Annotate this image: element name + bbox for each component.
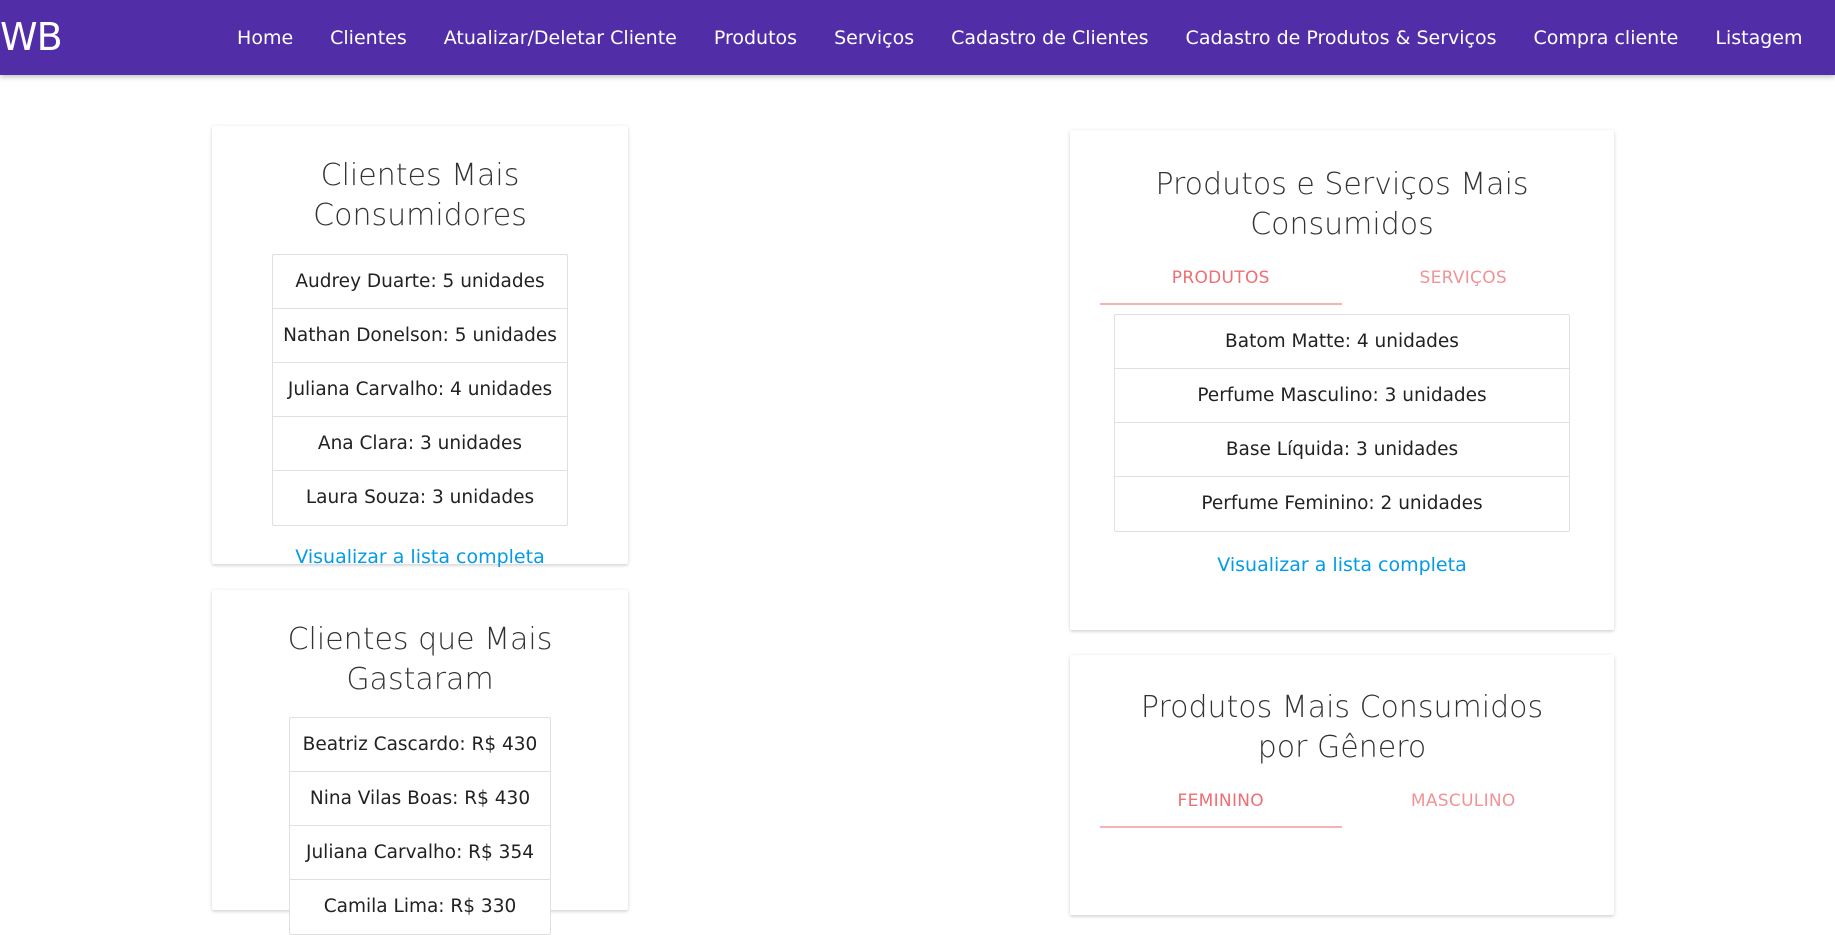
list-item: Laura Souza: 3 unidades <box>305 487 535 508</box>
tab-servicos: SERVIÇOS <box>1342 253 1585 303</box>
top-spenders-list: Beatriz Cascardo: R$ 430 Nina Vilas Boas… <box>289 717 551 935</box>
tab-indicator <box>1099 826 1342 828</box>
top-clients-list: Audrey Duarte: 5 unidades Nathan Donelso… <box>272 254 568 526</box>
nav-item-servicos: Serviços <box>816 27 933 49</box>
list-item: Ana Clara: 3 unidades <box>273 417 567 471</box>
top-clients-title: Clientes Mais Consumidores <box>313 158 527 233</box>
nav-link-atualizar-deletar-cliente[interactable]: Atualizar/Deletar Cliente <box>425 27 695 49</box>
nav-link-home[interactable]: Home <box>219 27 312 49</box>
tab-produtos-link[interactable]: PRODUTOS <box>1100 253 1343 303</box>
tab-produtos: PRODUTOS <box>1100 253 1343 303</box>
nav-link-servicos[interactable]: Serviços <box>816 27 933 49</box>
top-clients-card: Clientes Mais Consumidores Audrey Duarte… <box>212 126 628 568</box>
list-item: Beatriz Cascardo: R$ 430 <box>290 718 550 772</box>
nav-links: Home Clientes Atualizar/Deletar Cliente … <box>219 0 1821 75</box>
list-item: Perfume Feminino: 2 unidades <box>1201 493 1483 514</box>
nav-item-clientes: Clientes <box>312 27 426 49</box>
nav-link-compra-cliente[interactable]: Compra cliente <box>1515 27 1697 49</box>
list-item: Audrey Duarte: 5 unidades <box>273 255 567 309</box>
gender-products-title: Produtos Mais Consumidos por Gênero <box>1140 690 1544 765</box>
tab-indicator <box>1099 303 1342 305</box>
top-products-title: Produtos e Serviços Mais Consumidos <box>1155 167 1529 242</box>
nav-item-home: Home <box>219 27 312 49</box>
brand-logo[interactable]: WB <box>0 14 63 60</box>
nav-link-cadastro-produtos-servicos[interactable]: Cadastro de Produtos & Serviços <box>1167 27 1515 49</box>
tab-masculino-link[interactable]: MASCULINO <box>1342 776 1585 826</box>
tab-feminino-link[interactable]: FEMININO <box>1100 776 1343 826</box>
top-spenders-card: Clientes que Mais Gastaram Beatriz Casca… <box>212 590 628 935</box>
tab-servicos-link[interactable]: SERVIÇOS <box>1342 253 1585 303</box>
nav-item-produtos: Produtos <box>695 27 815 49</box>
list-item: Batom Matte: 4 unidades <box>1115 315 1569 369</box>
tab-masculino: MASCULINO <box>1342 776 1585 826</box>
list-item: Nathan Donelson: 5 unidades <box>273 309 567 363</box>
top-clients-view-full-list-link[interactable]: Visualizar a lista completa <box>295 546 544 568</box>
tab-feminino: FEMININO <box>1100 776 1343 826</box>
nav-link-produtos[interactable]: Produtos <box>695 27 815 49</box>
products-services-tabs: PRODUTOS SERVIÇOS <box>1099 253 1585 305</box>
top-spenders-title: Clientes que Mais Gastaram <box>287 622 553 697</box>
top-products-view-full-list-link[interactable]: Visualizar a lista completa <box>1217 554 1466 576</box>
list-item: Perfume Masculino: 3 unidades <box>1115 369 1569 423</box>
top-products-list: Batom Matte: 4 unidades Perfume Masculin… <box>1114 314 1570 532</box>
list-item: Base Líquida: 3 unidades <box>1115 423 1569 477</box>
top-navbar: WB Home Clientes Atualizar/Deletar Clien… <box>0 0 1835 75</box>
list-item: Juliana Carvalho: R$ 354 <box>290 826 550 880</box>
list-item: Juliana Carvalho: 4 unidades <box>273 363 567 417</box>
nav-link-clientes[interactable]: Clientes <box>312 27 426 49</box>
gender-products-card: Produtos Mais Consumidos por Gênero FEMI… <box>1070 655 1614 915</box>
nav-item-listagem: Listagem <box>1697 27 1821 49</box>
nav-link-cadastro-clientes[interactable]: Cadastro de Clientes <box>933 27 1167 49</box>
top-products-services-card: Produtos e Serviços Mais Consumidos PROD… <box>1070 130 1614 630</box>
list-item: Nina Vilas Boas: R$ 430 <box>290 772 550 826</box>
nav-item-cadastro-clientes: Cadastro de Clientes <box>933 27 1167 49</box>
nav-item-cadastro-produtos-servicos: Cadastro de Produtos & Serviços <box>1167 27 1515 49</box>
nav-item-atualizar-deletar: Atualizar/Deletar Cliente <box>425 27 695 49</box>
gender-tabs: FEMININO MASCULINO <box>1099 776 1585 828</box>
list-item: Camila Lima: R$ 330 <box>323 896 517 917</box>
nav-item-compra-cliente: Compra cliente <box>1515 27 1697 49</box>
nav-link-listagem[interactable]: Listagem <box>1697 27 1821 49</box>
